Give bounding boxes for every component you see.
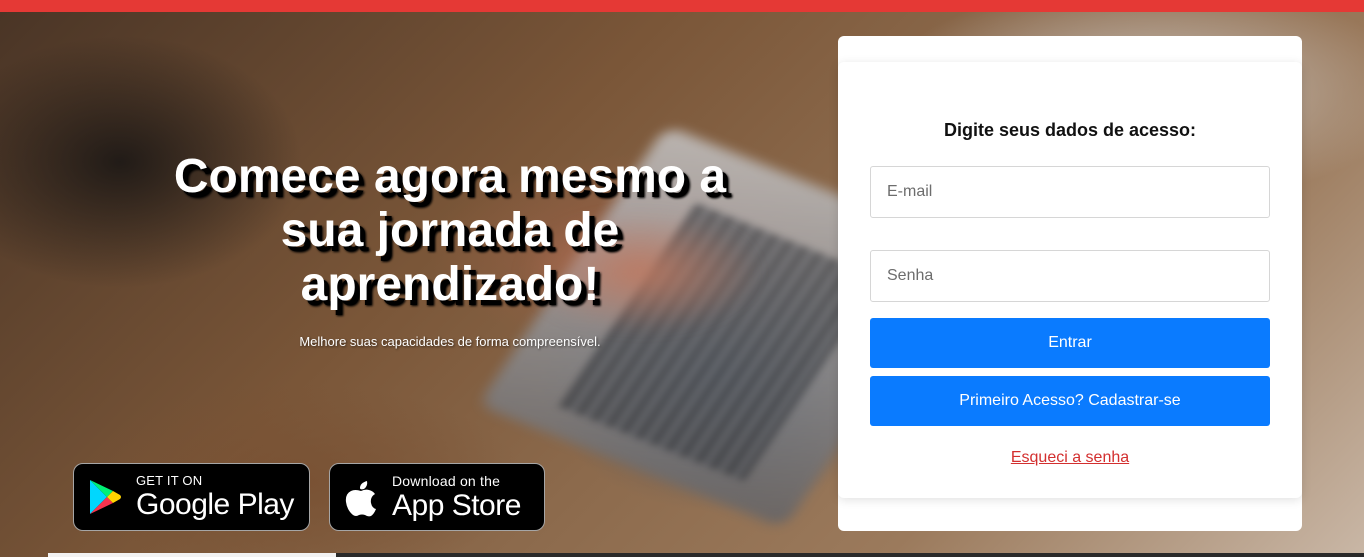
bottom-strip-light	[48, 553, 336, 557]
forgot-password-link[interactable]: Esqueci a senha	[838, 449, 1302, 467]
register-button[interactable]: Primeiro Acesso? Cadastrar-se	[870, 376, 1270, 426]
login-title: Digite seus dados de acesso:	[943, 120, 1197, 140]
top-accent-bar	[0, 0, 1364, 12]
app-store-small-text: Download on the	[392, 472, 501, 489]
google-play-big-text: Google Play	[136, 488, 294, 521]
login-button[interactable]: Entrar	[870, 318, 1270, 368]
bottom-strip-dark	[336, 553, 1364, 557]
hero-subheadline: Melhore suas capacidades de forma compre…	[299, 334, 601, 349]
google-play-small-text: GET IT ON	[136, 473, 203, 488]
apple-icon	[344, 477, 378, 517]
google-play-icon	[88, 478, 122, 516]
app-store-big-text: App Store	[392, 488, 521, 522]
google-play-button[interactable]: GET IT ON Google Play	[73, 463, 310, 531]
password-field[interactable]	[870, 250, 1270, 302]
hero-headline: Comece agora mesmo a sua jornada de apre…	[173, 150, 727, 311]
app-store-button[interactable]: Download on the App Store	[329, 463, 545, 531]
email-field[interactable]	[870, 166, 1270, 218]
login-card: Digite seus dados de acesso: Entrar Prim…	[838, 62, 1302, 498]
